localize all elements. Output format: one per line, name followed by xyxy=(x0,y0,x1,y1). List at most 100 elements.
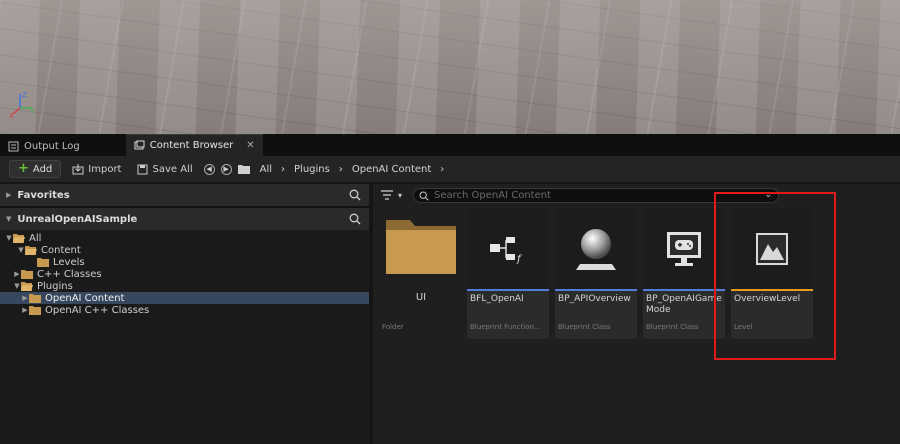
favorites-label: Favorites xyxy=(17,189,70,201)
asset-tile[interactable]: f BFL_OpenAI Blueprint Function... xyxy=(467,208,549,339)
tree-item-label: OpenAI C++ Classes xyxy=(45,304,150,316)
chevron-down-icon: ▼ xyxy=(6,215,12,223)
axis-gizmo-icon: Z Y X xyxy=(9,91,35,118)
tree-item-cpp-classes[interactable]: ▶ C++ Classes xyxy=(0,268,369,280)
breadcrumb: All › Plugins › OpenAI Content › xyxy=(260,164,445,175)
gamepad-monitor-icon xyxy=(667,231,701,266)
asset-name: BP_OpenAIGame Mode xyxy=(646,294,722,315)
folder-icon xyxy=(386,220,456,274)
level-mountain-icon xyxy=(756,232,788,265)
asset-name: OverviewLevel xyxy=(734,294,801,304)
import-button-label: Import xyxy=(88,163,122,175)
import-icon xyxy=(72,163,84,174)
sphere-icon xyxy=(576,228,616,270)
tree-item-label: All xyxy=(29,232,42,244)
tree-item-levels[interactable]: Levels xyxy=(0,256,369,268)
chevron-right-icon: › xyxy=(338,163,343,175)
chevron-right-icon[interactable]: ▶ xyxy=(13,270,21,278)
asset-tile[interactable]: OverviewLevel Level xyxy=(731,208,813,339)
asset-folder-ui[interactable]: UI Folder xyxy=(382,208,460,339)
folder-icon xyxy=(21,269,33,279)
asset-type: Blueprint Function... xyxy=(470,323,541,331)
add-button-label: Add xyxy=(32,163,53,175)
svg-text:X: X xyxy=(9,112,14,118)
tree-item-plugins[interactable]: ▼ Plugins xyxy=(0,280,369,292)
chevron-right-icon[interactable]: ▶ xyxy=(21,294,29,302)
output-log-icon xyxy=(8,141,19,151)
plus-icon: + xyxy=(18,161,29,176)
close-icon[interactable]: ✕ xyxy=(246,140,254,151)
svg-text:Z: Z xyxy=(22,91,27,99)
save-all-button-label: Save All xyxy=(152,163,193,175)
sources-panel: ▶ Favorites ▼ UnrealOpenAISample ▼ All ▼… xyxy=(0,184,369,444)
save-all-button[interactable]: Save All xyxy=(132,160,197,178)
asset-tile[interactable]: BP_APIOverview Blueprint Class xyxy=(555,208,637,339)
asset-thumbnail: f xyxy=(467,208,549,289)
asset-type: Folder xyxy=(382,323,404,331)
filter-icon[interactable] xyxy=(381,190,393,200)
folder-icon xyxy=(29,293,41,303)
content-browser-icon xyxy=(134,140,145,150)
chevron-down-icon[interactable]: ▼ xyxy=(13,282,21,290)
folder-open-icon xyxy=(13,233,25,243)
folder-icon xyxy=(37,257,49,267)
back-icon[interactable]: ◀ xyxy=(203,163,215,175)
tree-item-openai-cpp-classes[interactable]: ▶ OpenAI C++ Classes xyxy=(0,304,369,316)
asset-thumbnail xyxy=(643,208,725,289)
svg-text:Y: Y xyxy=(29,108,35,116)
asset-tile[interactable]: BP_OpenAIGame Mode Blueprint Class xyxy=(643,208,725,339)
chevron-down-icon[interactable]: ▼ xyxy=(5,234,13,242)
forward-icon[interactable]: ▶ xyxy=(220,163,232,175)
breadcrumb-plugins[interactable]: Plugins xyxy=(294,164,330,175)
level-viewport[interactable]: Z Y X xyxy=(0,0,900,134)
project-header[interactable]: ▼ UnrealOpenAISample xyxy=(0,208,369,230)
folder-icon[interactable] xyxy=(237,164,250,174)
search-icon[interactable] xyxy=(349,213,361,225)
tab-output-log-label: Output Log xyxy=(24,140,80,152)
folder-open-icon xyxy=(21,281,33,291)
chevron-right-icon: › xyxy=(281,163,286,175)
search-placeholder: Search OpenAI Content xyxy=(434,190,551,201)
asset-name: BFL_OpenAI xyxy=(470,294,524,304)
folder-tree: ▼ All ▼ Content Levels ▶ C++ Classes ▼ P… xyxy=(0,230,369,316)
favorites-header[interactable]: ▶ Favorites xyxy=(0,184,369,206)
svg-text:f: f xyxy=(516,254,523,264)
tab-output-log[interactable]: Output Log xyxy=(0,136,88,156)
search-input[interactable]: Search OpenAI Content ⌄ xyxy=(413,188,779,203)
project-label: UnrealOpenAISample xyxy=(17,213,138,225)
tree-item-label: Levels xyxy=(53,256,85,268)
chevron-down-icon[interactable]: ⌄ xyxy=(764,190,772,200)
folder-open-icon xyxy=(25,245,37,255)
chevron-down-icon[interactable]: ▾ xyxy=(398,191,402,200)
breadcrumb-all[interactable]: All xyxy=(260,164,272,175)
add-button[interactable]: + Add xyxy=(9,160,62,178)
chevron-right-icon[interactable]: ▶ xyxy=(21,306,29,314)
tree-item-openai-content[interactable]: ▶ OpenAI Content xyxy=(0,292,369,304)
asset-type: Level xyxy=(734,323,753,331)
search-icon[interactable] xyxy=(349,189,361,201)
tree-item-label: C++ Classes xyxy=(37,268,102,280)
panel-tab-bar: Output Log Content Browser ✕ xyxy=(0,134,900,156)
search-icon xyxy=(419,190,429,201)
tree-item-content[interactable]: ▼ Content xyxy=(0,244,369,256)
chevron-right-icon[interactable]: › xyxy=(440,164,444,175)
asset-view-panel: ▾ Search OpenAI Content ⌄ UI Folder f BF… xyxy=(373,184,900,444)
tree-item-label: OpenAI Content xyxy=(45,292,125,304)
tab-content-browser[interactable]: Content Browser ✕ xyxy=(125,134,263,156)
chevron-down-icon[interactable]: ▼ xyxy=(17,246,25,254)
asset-type: Blueprint Class xyxy=(646,323,699,331)
asset-name: UI xyxy=(415,292,427,303)
content-browser-toolbar: + Add Import Save All ◀ ▶ All › Plugins … xyxy=(0,156,900,182)
asset-name: BP_APIOverview xyxy=(558,294,631,304)
tree-item-label: Content xyxy=(41,244,81,256)
import-button[interactable]: Import xyxy=(67,160,126,178)
asset-thumbnail xyxy=(555,208,637,289)
asset-type: Blueprint Class xyxy=(558,323,611,331)
function-library-icon: f xyxy=(490,236,523,264)
breadcrumb-openai-content[interactable]: OpenAI Content xyxy=(352,164,431,175)
tree-item-all[interactable]: ▼ All xyxy=(0,232,369,244)
tree-item-label: Plugins xyxy=(37,280,73,292)
save-all-icon xyxy=(137,164,148,174)
folder-icon xyxy=(29,305,41,315)
chevron-right-icon: ▶ xyxy=(6,191,12,199)
